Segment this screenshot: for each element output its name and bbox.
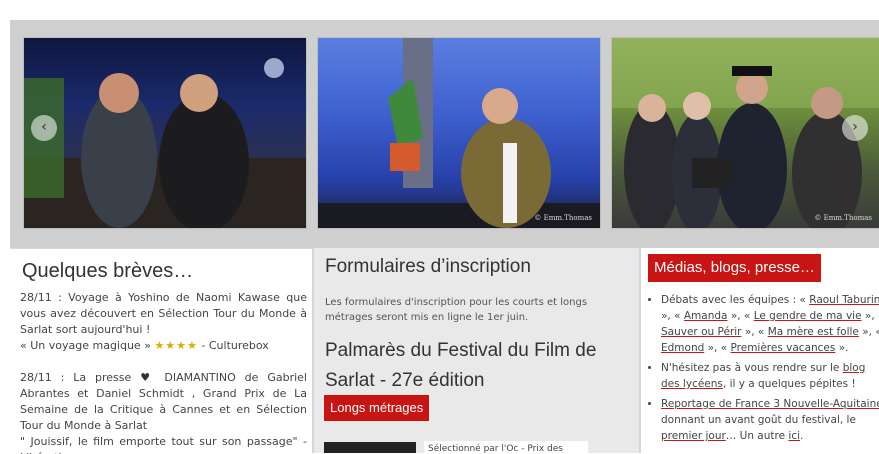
item-text: », «: [661, 310, 681, 322]
link-edmond[interactable]: Edmond: [661, 342, 704, 354]
carousel-slide-2[interactable]: © Emm.Thomas: [317, 37, 601, 229]
link-premier-jour[interactable]: premier jour: [661, 430, 726, 442]
item-text: », «: [744, 326, 765, 338]
top-spacer: [0, 0, 879, 20]
link-ici[interactable]: ici: [788, 430, 800, 442]
item-text: », «: [707, 342, 728, 354]
photo-credit: © Emm.Thomas: [814, 214, 872, 222]
heart-icon: ♥: [140, 371, 156, 384]
media-links-list: Débats avec les équipes : « Raoul Taburi…: [649, 292, 879, 448]
longs-metrages-button[interactable]: Longs métrages: [324, 395, 430, 421]
palmares-title: Palmarès du Festival du Film de Sarlat -…: [325, 340, 597, 391]
link-sauver-ou-perir[interactable]: Sauver ou Périr: [661, 326, 741, 338]
film-thumbnail[interactable]: [324, 442, 416, 453]
link-reportage-france-3[interactable]: Reportage de France 3 Nouvelle-Aquitaine: [661, 398, 879, 410]
slide-photo-1: [24, 58, 306, 228]
list-item: Reportage de France 3 Nouvelle-Aquitaine…: [661, 396, 879, 444]
item-text: .: [800, 430, 804, 442]
list-item: N'hésitez pas à vous rendre sur le blog …: [661, 360, 879, 392]
item-text: », «: [862, 326, 879, 338]
item-text: Débats avec les équipes : «: [661, 294, 806, 306]
item-text: , il y a quelques pépites !: [722, 378, 856, 390]
chevron-right-icon: ›: [852, 119, 858, 135]
carousel-next-button[interactable]: ›: [842, 115, 868, 141]
medias-blogs-presse-button[interactable]: Médias, blogs, presse…: [648, 254, 821, 282]
item-text: N'hésitez pas à vous rendre sur le: [661, 362, 840, 374]
inscription-title: Formulaires d’inscription: [325, 256, 531, 277]
link-ma-mere-est-folle[interactable]: Ma mère est folle: [768, 326, 859, 338]
breve-prefix: 28/11 : La presse: [20, 371, 132, 384]
carousel-slide-1[interactable]: [23, 37, 307, 229]
link-raoul-taburin[interactable]: Raoul Taburin: [809, 294, 879, 306]
breve-item-2: 28/11 : La presse ♥ DIAMANTINO de Gabrie…: [20, 370, 307, 454]
breves-column: Quelques brèves… 28/11 : Voyage à Yoshin…: [10, 248, 312, 454]
item-text: donnant un avant goût du festival, le: [661, 414, 856, 426]
item-text: », «: [730, 310, 751, 322]
item-text: », «: [864, 310, 879, 322]
breve-quote: " Jouissif, le film emporte tout sur son…: [20, 435, 307, 454]
medias-column: Médias, blogs, presse… Débats avec les é…: [641, 248, 879, 453]
carousel-prev-button[interactable]: ‹: [31, 115, 57, 141]
photo-credit: © Emm.Thomas: [534, 214, 592, 222]
carousel-slide-3[interactable]: © Emm.Thomas: [611, 37, 879, 229]
item-text: ».: [838, 342, 849, 354]
item-text: … Un autre: [725, 430, 786, 442]
list-item: Débats avec les équipes : « Raoul Taburi…: [661, 292, 879, 356]
inscription-column: Formulaires d’inscription Les formulaire…: [314, 248, 639, 453]
slide-photo-3: [612, 38, 879, 228]
link-le-gendre-de-ma-vie[interactable]: Le gendre de ma vie: [754, 310, 862, 322]
photo-carousel: © Emm.Thomas © Emm.Thomas ‹ ›: [10, 20, 879, 248]
slide-photo-2: [318, 38, 600, 228]
star-rating-icon: ★★★★: [154, 339, 198, 352]
link-amanda[interactable]: Amanda: [684, 310, 728, 322]
chevron-left-icon: ‹: [41, 119, 47, 135]
breves-title: Quelques brèves…: [22, 260, 194, 282]
inscription-text: Les formulaires d'inscription pour les c…: [325, 297, 588, 323]
film-caption: Sélectionné par l'Oc - Prix des publics: [424, 441, 588, 453]
breve-item-1: 28/11 : Voyage à Yoshino de Naomi Kawase…: [20, 290, 307, 354]
breve-text: 28/11 : Voyage à Yoshino de Naomi Kawase…: [20, 291, 307, 336]
breve-source: - Culturebox: [201, 339, 269, 352]
link-premieres-vacances[interactable]: Premières vacances: [731, 342, 836, 354]
breve-quote: « Un voyage magique »: [20, 339, 151, 352]
